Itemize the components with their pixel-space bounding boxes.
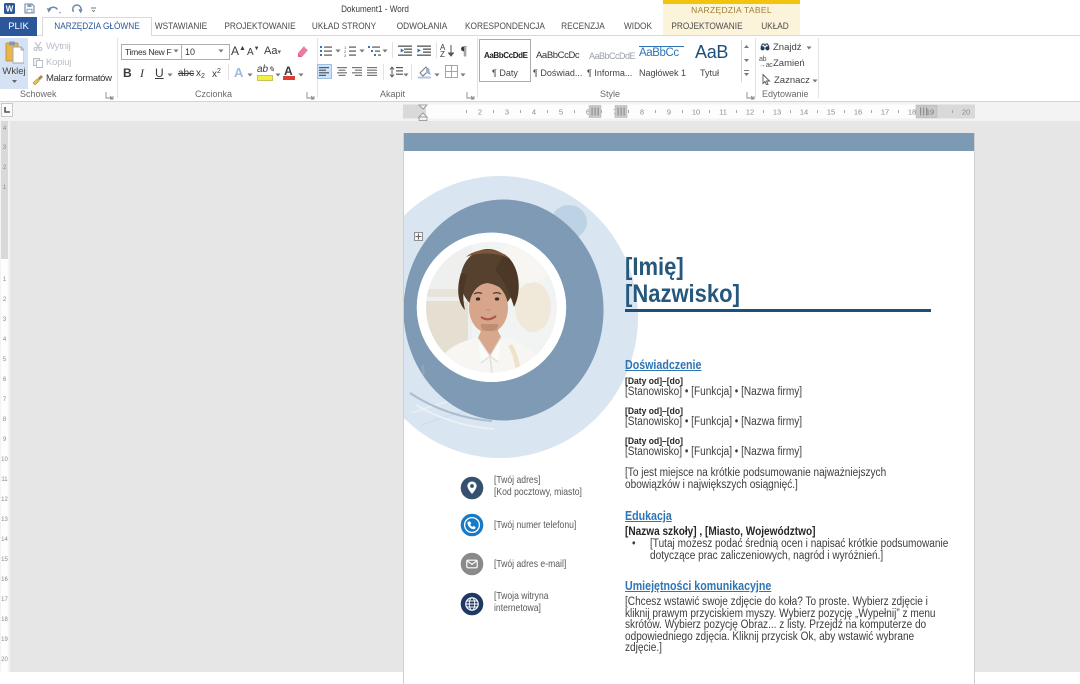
svg-text:11: 11: [719, 108, 727, 117]
svg-text:18: 18: [1, 617, 8, 623]
svg-text:15: 15: [827, 108, 835, 117]
svg-text:12: 12: [746, 108, 754, 117]
svg-text:20: 20: [1, 657, 8, 663]
svg-text:10: 10: [692, 108, 700, 117]
svg-text:19: 19: [1, 637, 8, 643]
svg-text:18: 18: [908, 108, 916, 117]
svg-text:15: 15: [1, 557, 8, 563]
svg-text:2: 2: [478, 108, 482, 117]
svg-text:16: 16: [854, 108, 862, 117]
svg-text:20: 20: [962, 108, 970, 117]
svg-text:17: 17: [881, 108, 889, 117]
svg-text:16: 16: [1, 577, 8, 583]
svg-text:14: 14: [800, 108, 808, 117]
svg-text:10: 10: [1, 457, 8, 463]
svg-text:17: 17: [1, 597, 8, 603]
svg-text:3: 3: [505, 108, 509, 117]
svg-text:8: 8: [640, 108, 644, 117]
svg-text:4: 4: [532, 108, 536, 117]
svg-text:12: 12: [1, 497, 8, 503]
svg-text:13: 13: [773, 108, 781, 117]
svg-text:13: 13: [1, 517, 8, 523]
svg-text:14: 14: [1, 537, 8, 543]
svg-text:5: 5: [559, 108, 563, 117]
svg-text:11: 11: [1, 477, 8, 483]
svg-text:3: 3: [344, 53, 347, 57]
svg-text:W: W: [6, 5, 14, 14]
svg-text:9: 9: [667, 108, 671, 117]
svg-text:19: 19: [926, 108, 934, 117]
